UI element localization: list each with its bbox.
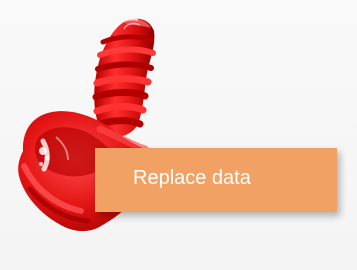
3d-viewer-viewport[interactable]: Replace data (0, 0, 357, 270)
replace-data-button[interactable]: Replace data (95, 148, 337, 212)
screw-shaft (92, 18, 156, 138)
red-screw-model-icon[interactable] (0, 0, 357, 270)
replace-data-label: Replace data (133, 167, 251, 189)
